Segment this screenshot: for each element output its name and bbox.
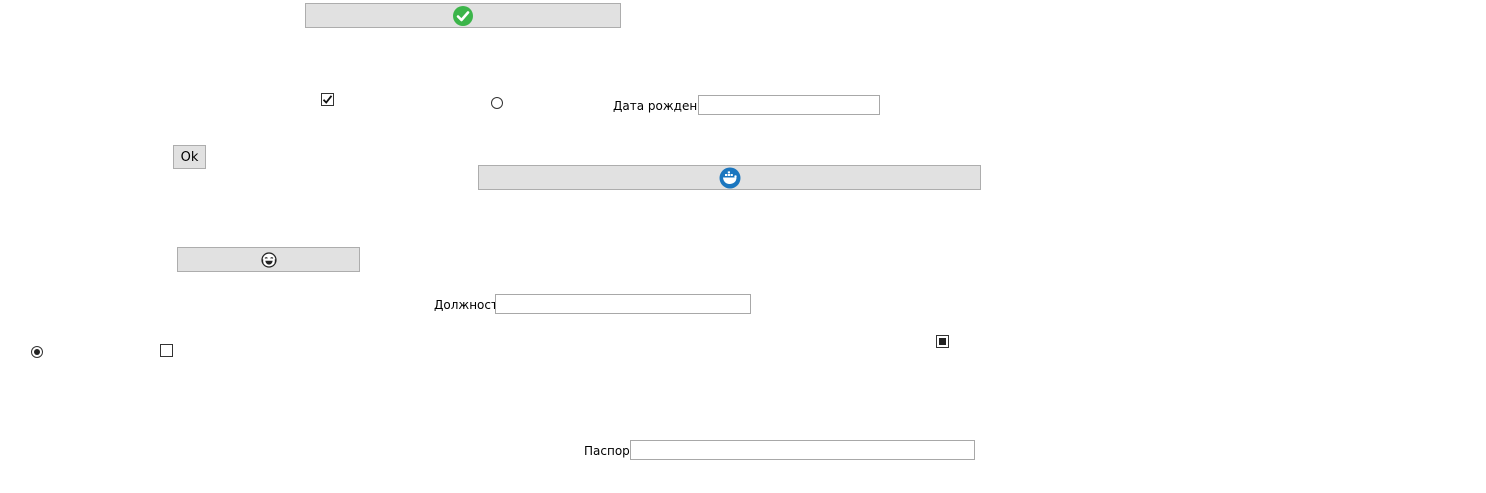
checkbox-indeterminate[interactable] [936, 335, 949, 348]
whale-icon-button[interactable] [478, 165, 981, 190]
check-circle-icon [453, 5, 473, 26]
checkmark-icon [322, 94, 333, 105]
checkbox-unchecked[interactable] [160, 344, 173, 357]
radio-selected[interactable] [31, 346, 43, 358]
radio-selected-dot [34, 349, 40, 355]
confirm-icon-button[interactable] [305, 3, 621, 28]
checkbox-checked[interactable] [321, 93, 334, 106]
birth-date-field[interactable] [698, 95, 880, 115]
emoji-icon-button[interactable] [177, 247, 360, 272]
passport-label: Паспорт [584, 444, 637, 458]
emoji-face-icon [260, 251, 277, 268]
indeterminate-mark [939, 338, 946, 345]
ok-button[interactable]: Ok [173, 145, 206, 169]
radio-unselected[interactable] [491, 97, 503, 109]
position-field[interactable] [495, 294, 751, 314]
whale-icon [719, 167, 741, 189]
passport-field[interactable] [630, 440, 975, 460]
